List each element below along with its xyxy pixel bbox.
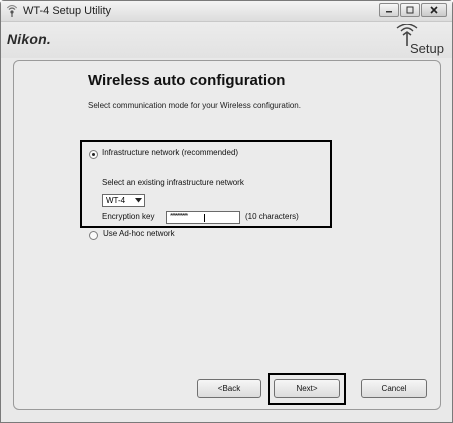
- adhoc-radio[interactable]: [89, 231, 98, 240]
- network-dropdown[interactable]: WT-4: [102, 194, 145, 207]
- maximize-icon: [406, 6, 414, 14]
- network-dropdown-value: WT-4: [106, 196, 126, 205]
- maximize-button[interactable]: [400, 3, 420, 17]
- encryption-key-field[interactable]: **********: [166, 211, 240, 224]
- encryption-key-hint: (10 characters): [245, 212, 299, 221]
- title-bar[interactable]: WT-4 Setup Utility: [1, 1, 452, 22]
- back-button[interactable]: <Back: [197, 379, 261, 398]
- infrastructure-radio[interactable]: [89, 150, 98, 159]
- content-panel: Wireless auto configuration Select commu…: [13, 60, 441, 410]
- select-network-label: Select an existing infrastructure networ…: [102, 178, 244, 187]
- window-title: WT-4 Setup Utility: [23, 5, 112, 17]
- nikon-logo: Nikon.: [7, 31, 51, 47]
- chevron-down-icon: [135, 198, 142, 203]
- infrastructure-label: Infrastructure network (recommended): [102, 148, 239, 157]
- setup-window: WT-4 Setup Utility Nikon. Setup Wireless…: [0, 0, 453, 423]
- close-button[interactable]: [421, 3, 447, 17]
- next-button[interactable]: Next>: [274, 379, 340, 398]
- window-controls: [378, 3, 447, 17]
- header-banner: Nikon. Setup: [1, 22, 452, 58]
- encryption-key-value: **********: [170, 213, 188, 220]
- adhoc-label: Use Ad-hoc network: [103, 229, 175, 238]
- minimize-icon: [386, 11, 392, 13]
- cancel-button[interactable]: Cancel: [361, 379, 427, 398]
- text-caret: [204, 214, 205, 222]
- setup-label: Setup: [410, 41, 444, 56]
- page-title: Wireless auto configuration: [88, 72, 286, 89]
- infrastructure-group: Infrastructure network (recommended) Sel…: [80, 140, 332, 228]
- minimize-button[interactable]: [379, 3, 399, 17]
- wireless-app-icon: [6, 5, 18, 17]
- close-icon: [430, 6, 438, 14]
- encryption-key-label: Encryption key: [102, 212, 155, 221]
- setup-logo: Setup: [388, 24, 444, 58]
- page-description: Select communication mode for your Wirel…: [88, 101, 301, 110]
